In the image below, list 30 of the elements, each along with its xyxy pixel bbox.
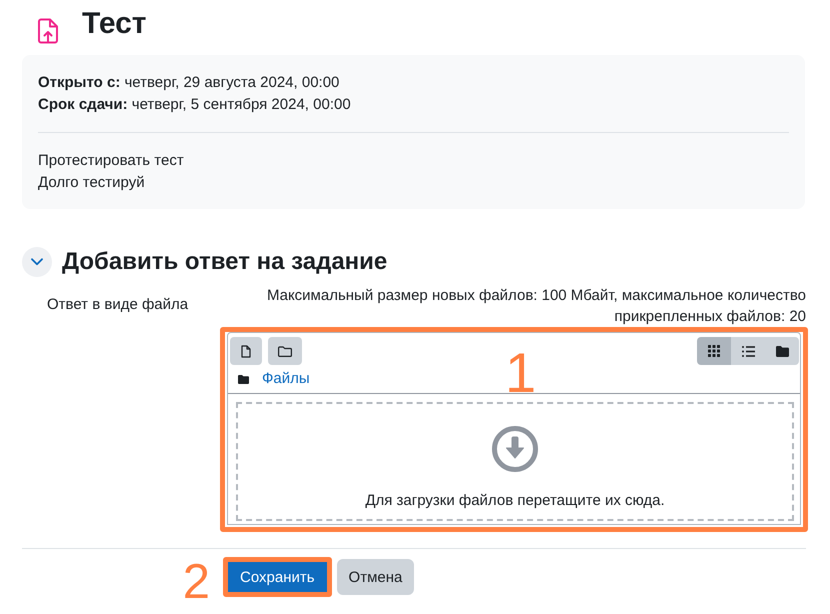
chevron-icon [31, 258, 43, 266]
annotation-number: 1 [505, 345, 536, 401]
annotation-number: 2 [182, 558, 210, 607]
file-limits-text: Максимальный размер новых файлов: 100 Мбайт, максимальное количество прикрепленных файлов: 20 [266, 286, 807, 327]
collapse-button[interactable] [22, 247, 52, 277]
list-view-button[interactable] [731, 337, 765, 365]
date-line: Срок сдачи: четверг, 5 сентября 2024, 00:00 [38, 95, 352, 115]
page-title: Тест [82, 6, 146, 42]
save-button[interactable]: Сохранить [228, 562, 327, 592]
tree-view-button[interactable] [765, 337, 799, 365]
section-heading: Добавить ответ на задание [62, 247, 388, 277]
drop-zone-text: Для загрузки файлов перетащите их сюда. [365, 491, 665, 511]
download-icon [492, 426, 538, 472]
cancel-button[interactable]: Отмена [336, 559, 414, 595]
folder-icon [238, 374, 249, 384]
add-file-button[interactable] [230, 337, 262, 365]
folder-icon [776, 346, 788, 356]
date-line: Открыто с: четверг, 29 августа 2024, 00:00 [38, 73, 340, 93]
list-icon [742, 346, 754, 356]
breadcrumb-link[interactable]: Файлы [262, 369, 310, 389]
drop-zone[interactable]: Для загрузки файлов перетащите их сюда. [236, 402, 794, 521]
grid-icon [708, 345, 720, 357]
field-label: Ответ в виде файла [46, 295, 190, 315]
description-line: Протестировать тест [38, 151, 185, 171]
file-icon [241, 344, 251, 358]
description-line: Долго тестируй [38, 173, 146, 193]
folder-icon [278, 346, 292, 356]
icon-view-button[interactable] [697, 337, 731, 365]
create-folder-button[interactable] [268, 337, 302, 365]
file-upload-icon [37, 18, 59, 44]
